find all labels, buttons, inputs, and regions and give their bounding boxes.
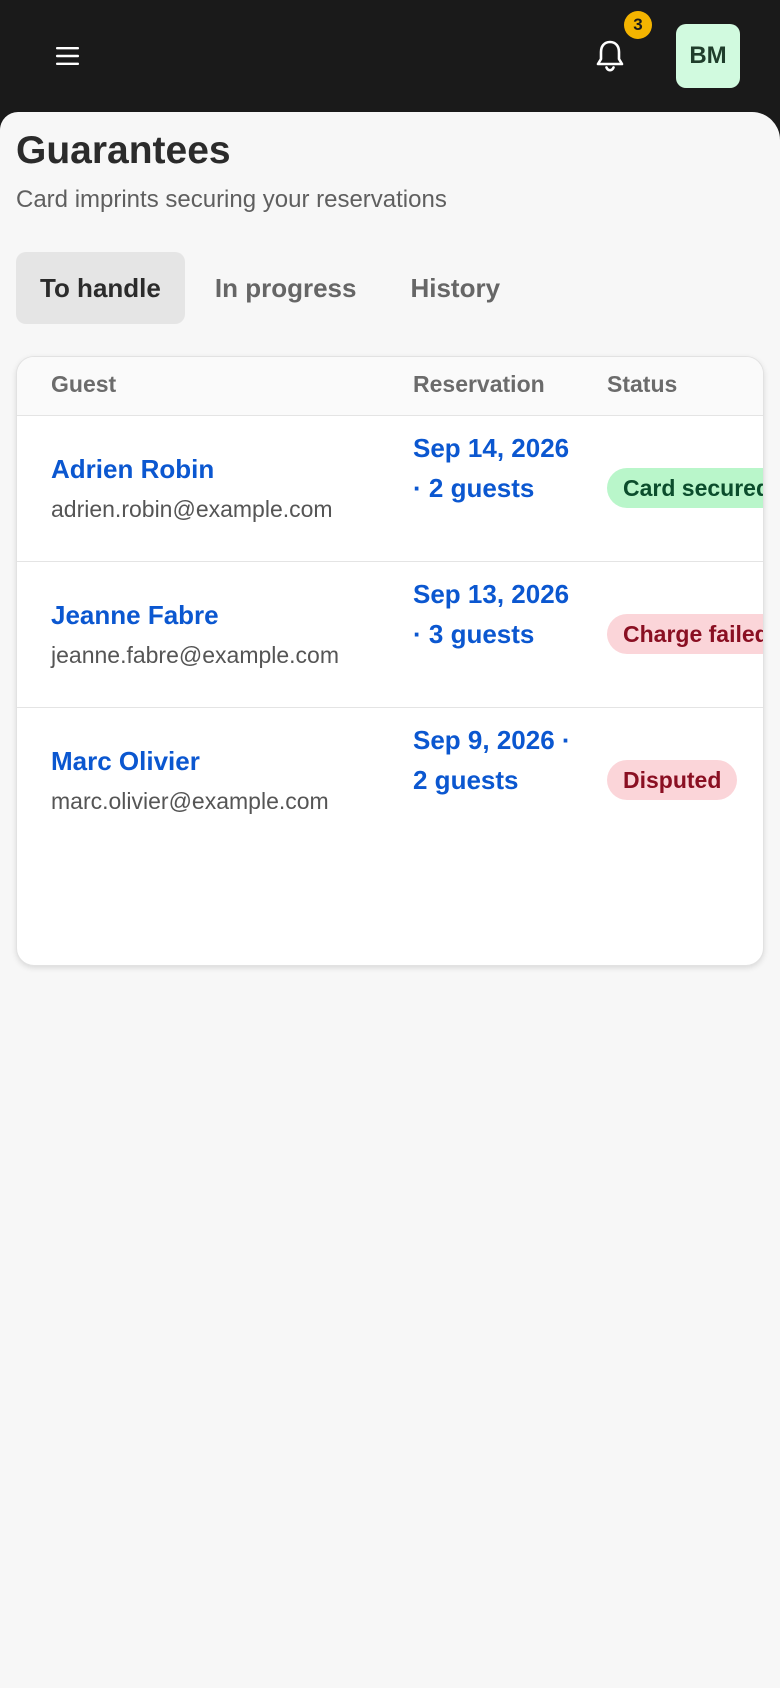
guarantees-table: Guest Reservation Status Adrien Robin ad…	[16, 356, 764, 966]
reservation-link[interactable]: Sep 13, 2026 · 3 guests	[413, 574, 573, 654]
tab-bar: To handle In progress History	[16, 252, 524, 324]
page-title: Guarantees	[16, 129, 231, 172]
column-header-guest: Guest	[51, 371, 117, 397]
table-row[interactable]: Adrien Robin adrien.robin@example.com Se…	[17, 416, 763, 562]
page-subtitle: Card imprints securing your reservations	[16, 186, 447, 213]
notification-count-badge: 3	[624, 11, 652, 39]
user-avatar[interactable]: BM	[676, 24, 740, 88]
bell-icon	[596, 40, 624, 72]
main-content: Guarantees Card imprints securing your r…	[0, 112, 780, 1688]
tab-history[interactable]: History	[386, 252, 524, 324]
guest-name-link[interactable]: Marc Olivier	[51, 746, 200, 777]
top-app-bar: 3 BM	[0, 0, 780, 112]
status-badge: Charge failed	[607, 614, 763, 654]
notifications-button[interactable]	[584, 30, 636, 82]
table-header: Guest Reservation Status	[17, 357, 763, 416]
status-badge: Card secured	[607, 468, 763, 508]
guest-name-link[interactable]: Jeanne Fabre	[51, 600, 219, 631]
guest-email: marc.olivier@example.com	[51, 788, 329, 814]
reservation-link[interactable]: Sep 9, 2026 · 2 guests	[413, 720, 573, 800]
hamburger-menu-icon	[56, 47, 79, 65]
table-row[interactable]: Jeanne Fabre jeanne.fabre@example.com Se…	[17, 562, 763, 708]
column-header-reservation: Reservation	[413, 371, 545, 397]
guest-email: jeanne.fabre@example.com	[51, 642, 340, 668]
tab-in-progress[interactable]: In progress	[191, 252, 381, 324]
guest-email: adrien.robin@example.com	[51, 496, 333, 522]
menu-button[interactable]	[44, 32, 92, 80]
status-badge: Disputed	[607, 760, 738, 800]
column-header-status: Status	[607, 371, 678, 397]
tab-to-handle[interactable]: To handle	[16, 252, 185, 324]
guest-name-link[interactable]: Adrien Robin	[51, 454, 214, 485]
reservation-link[interactable]: Sep 14, 2026 · 2 guests	[413, 428, 573, 508]
table-row[interactable]: Marc Olivier marc.olivier@example.com Se…	[17, 708, 763, 853]
